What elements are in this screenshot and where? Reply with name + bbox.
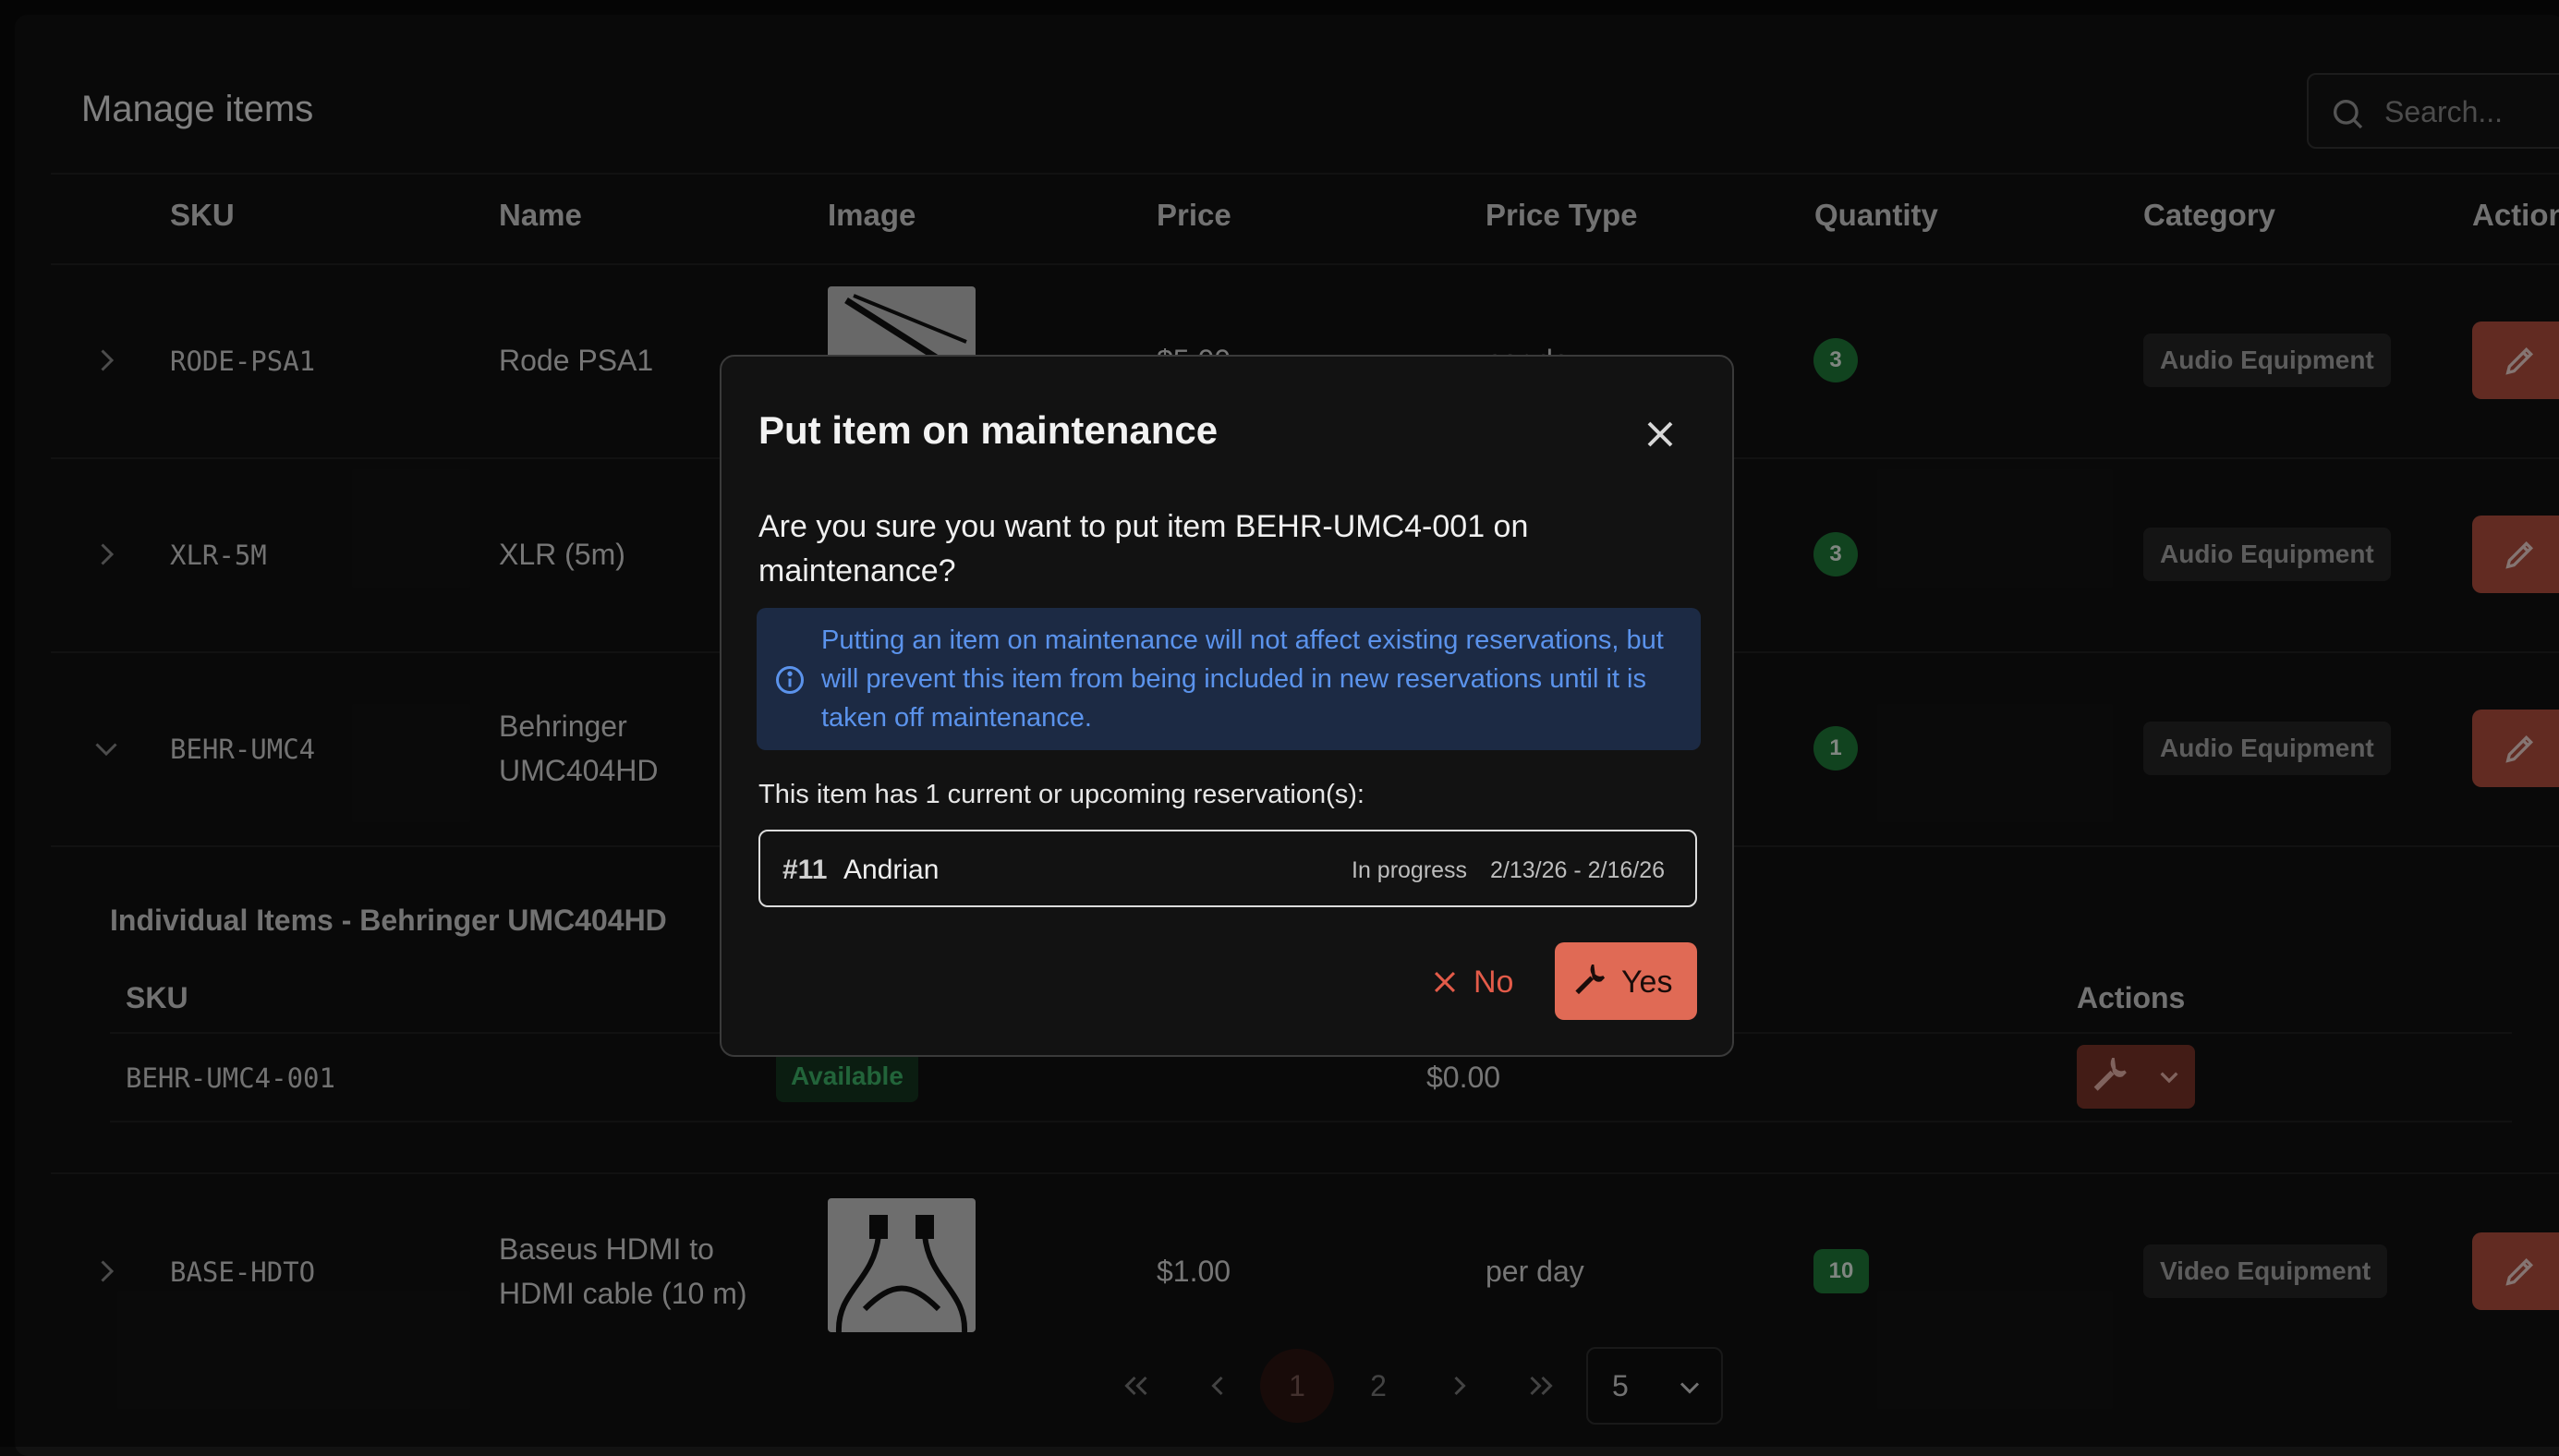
info-alert-text: Putting an item on maintenance will not … bbox=[821, 625, 1664, 733]
close-icon[interactable] bbox=[1638, 412, 1682, 456]
dialog-question: Are you sure you want to put item BEHR-U… bbox=[758, 509, 1529, 588]
info-alert: Putting an item on maintenance will not … bbox=[757, 608, 1701, 750]
info-icon bbox=[776, 666, 804, 694]
reservation-dates: 2/13/26 - 2/16/26 bbox=[1490, 857, 1666, 883]
reservation-item[interactable]: #11 Andrian In progress 2/13/26 - 2/16/2… bbox=[758, 830, 1697, 907]
no-button-label: No bbox=[1474, 965, 1514, 1000]
maintenance-dialog: Put item on maintenance Are you sure you… bbox=[720, 355, 1734, 1057]
dialog-title: Put item on maintenance bbox=[758, 408, 1219, 452]
reservation-id: #11 bbox=[782, 855, 828, 885]
reservation-status: In progress bbox=[1352, 857, 1468, 883]
yes-button-label: Yes bbox=[1621, 965, 1673, 1000]
yes-button[interactable]: Yes bbox=[1555, 942, 1697, 1020]
x-icon bbox=[1434, 971, 1456, 993]
reservations-label: This item has 1 current or upcoming rese… bbox=[758, 780, 1364, 809]
wrench-icon bbox=[1575, 965, 1606, 995]
reservation-name: Andrian bbox=[843, 855, 940, 885]
no-button[interactable]: No bbox=[1411, 942, 1549, 1020]
